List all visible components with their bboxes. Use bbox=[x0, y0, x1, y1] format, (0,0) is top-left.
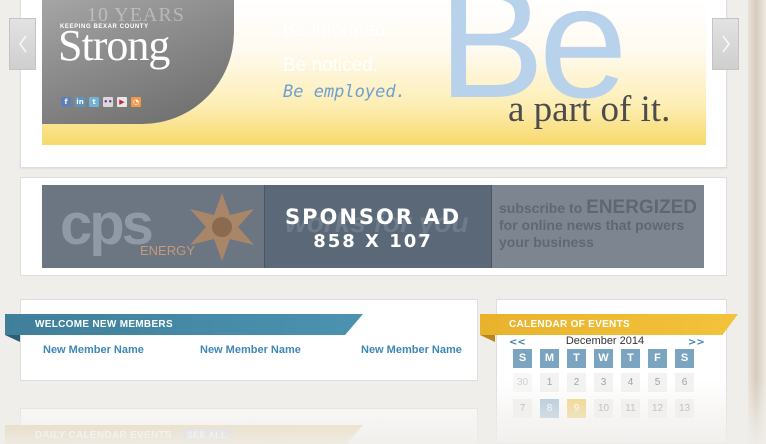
calendar-day[interactable]: 12 bbox=[648, 399, 667, 418]
tagline-informed: Be informed. bbox=[283, 20, 391, 41]
calendar-day[interactable]: 13 bbox=[675, 399, 694, 418]
weekday-header: F bbox=[648, 349, 667, 368]
brand-logo-text: Strong bbox=[58, 21, 170, 70]
chevron-left-icon bbox=[18, 35, 27, 53]
weekday-header: S bbox=[675, 349, 694, 368]
calendar-day[interactable]: 7 bbox=[513, 399, 532, 418]
tagline-noticed: Be noticed. bbox=[283, 55, 379, 76]
daily-events-heading: DAILY CALENDAR EVENTS SEE ALL bbox=[5, 425, 363, 444]
sponsor-overlay-title: SPONSOR AD bbox=[284, 205, 462, 229]
welcome-card bbox=[20, 299, 478, 381]
twitter-icon[interactable]: t bbox=[89, 97, 99, 107]
calendar-day[interactable]: 30 bbox=[513, 373, 532, 392]
calendar-day[interactable]: 3 bbox=[594, 373, 613, 392]
member-link[interactable]: New Member Name bbox=[43, 344, 144, 356]
calendar-day-event[interactable]: 8 bbox=[540, 399, 559, 418]
calendar-day[interactable]: 11 bbox=[621, 399, 640, 418]
calendar-prev-month[interactable]: << bbox=[509, 337, 526, 348]
calendar-day[interactable]: 6 bbox=[675, 373, 694, 392]
carousel-prev-button[interactable] bbox=[9, 18, 36, 70]
member-link[interactable]: New Member Name bbox=[200, 344, 301, 356]
calendar-day[interactable]: 4 bbox=[621, 373, 640, 392]
weekday-header: T bbox=[621, 349, 640, 368]
ribbon-fold bbox=[480, 335, 495, 342]
weekday-header: T bbox=[567, 349, 586, 368]
tagline-employed: Be employed. bbox=[283, 82, 406, 102]
weekday-header: W bbox=[594, 349, 613, 368]
chevron-right-icon bbox=[721, 35, 730, 53]
carousel-next-button[interactable] bbox=[712, 18, 739, 70]
calendar-day[interactable]: 10 bbox=[594, 399, 613, 418]
calendar-day-today[interactable]: 9 bbox=[567, 399, 586, 418]
calendar-day[interactable]: 1 bbox=[540, 373, 559, 392]
ribbon-fold bbox=[5, 335, 20, 342]
welcome-heading: WELCOME NEW MEMBERS bbox=[5, 314, 363, 335]
weekday-header: S bbox=[513, 349, 532, 368]
daily-events-title: DAILY CALENDAR EVENTS bbox=[35, 430, 172, 441]
calendar-day[interactable]: 2 bbox=[567, 373, 586, 392]
sponsor-overlay-size: 858 X 107 bbox=[313, 231, 433, 252]
youtube-icon[interactable]: ▶ bbox=[117, 97, 127, 107]
calendar-day[interactable]: 5 bbox=[648, 373, 667, 392]
see-all-badge[interactable]: SEE ALL bbox=[180, 428, 233, 442]
member-link[interactable]: New Member Name bbox=[361, 344, 462, 356]
page-edge-texture bbox=[748, 0, 766, 444]
calendar-next-month[interactable]: >> bbox=[688, 337, 705, 348]
rss-icon[interactable]: ◔ bbox=[131, 97, 141, 107]
hero-sub-line: a part of it. bbox=[508, 89, 671, 130]
flickr-icon[interactable]: •• bbox=[103, 97, 113, 107]
linkedin-icon[interactable]: in bbox=[75, 97, 85, 107]
calendar-month-title: December 2014 bbox=[565, 335, 645, 347]
calendar-heading: CALENDAR OF EVENTS bbox=[480, 314, 738, 335]
social-icons: f in t •• ▶ ◔ bbox=[61, 97, 141, 107]
hero-banner[interactable]: 10 YEARS KEEPING BEXAR COUNTY Strong f i… bbox=[42, 0, 706, 145]
weekday-header: M bbox=[540, 349, 559, 368]
facebook-icon[interactable]: f bbox=[61, 97, 71, 107]
